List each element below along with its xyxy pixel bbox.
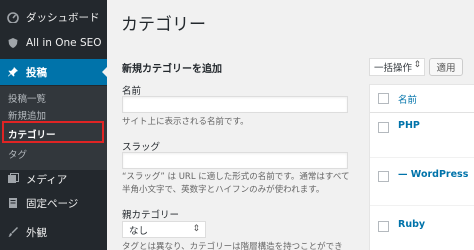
pushpin-icon: [6, 65, 20, 79]
updown-chevron-icon: ⇕: [192, 224, 200, 234]
name-input[interactable]: [122, 96, 348, 113]
table-row-link[interactable]: Ruby: [398, 219, 425, 230]
select-all-checkbox[interactable]: [378, 93, 389, 104]
menu-item-pages[interactable]: 固定ページ: [0, 190, 107, 216]
submenu-item-all-posts[interactable]: 投稿一覧: [8, 91, 46, 105]
media-icon: [6, 172, 20, 186]
row-divider: [370, 205, 474, 206]
slug-help-line-1: “スラッグ” は URL に適した形式の名前です。通常はすべて: [122, 172, 350, 182]
brush-icon: [6, 225, 20, 239]
table-row-link[interactable]: — WordPress: [398, 169, 468, 180]
row-divider: [370, 157, 474, 158]
page-icon: [6, 196, 20, 210]
submenu-item-add-new[interactable]: 新規追加: [8, 108, 46, 122]
menu-item-media[interactable]: メディア: [0, 166, 107, 192]
menu-label: メディア: [26, 173, 68, 186]
row-checkbox[interactable]: [378, 171, 389, 182]
row-checkbox[interactable]: [378, 221, 389, 232]
row-checkbox[interactable]: [378, 122, 389, 133]
shield-icon: [6, 36, 20, 50]
bulk-action-label: 一括操作: [374, 63, 413, 74]
parent-select-value: なし: [129, 225, 149, 237]
admin-sidebar: ダッシュボード All in One SEO 投稿 投稿一覧 新規追加 カテゴリ…: [0, 0, 107, 250]
dashboard-icon: [6, 10, 20, 24]
column-header-name[interactable]: 名前: [398, 92, 417, 106]
table-header: 名前: [370, 85, 474, 113]
menu-item-appearance[interactable]: 外観: [0, 219, 107, 245]
slug-input[interactable]: [122, 152, 348, 169]
menu-item-posts[interactable]: 投稿: [0, 59, 107, 85]
main-content: カテゴリー 新規カテゴリーを追加 名前 サイト上に表示される名前です。 スラッグ…: [107, 0, 474, 250]
menu-label: ダッシュボード: [26, 11, 100, 24]
add-category-heading: 新規カテゴリーを追加: [122, 64, 222, 75]
parent-help: タグとは異なり、カテゴリーは階層構造を持つことができ: [122, 242, 343, 250]
menu-label: All in One SEO: [26, 37, 102, 49]
name-help: サイト上に表示される名前です。: [122, 117, 249, 127]
categories-table: 名前 PHP — WordPress Ruby: [369, 84, 474, 250]
menu-label: 固定ページ: [26, 197, 79, 210]
submenu-item-tags[interactable]: タグ: [8, 147, 27, 161]
updown-chevron-icon: ⇕: [413, 60, 421, 70]
menu-item-all-in-one-seo[interactable]: All in One SEO: [0, 30, 107, 56]
parent-label: 親カテゴリー: [122, 210, 180, 221]
name-label: 名前: [122, 86, 142, 97]
menu-label: 外観: [26, 226, 47, 239]
highlight-box: [2, 121, 104, 143]
slug-label: スラッグ: [122, 142, 161, 153]
parent-select[interactable]: なし ⇕: [122, 221, 206, 238]
apply-button[interactable]: 適用: [429, 58, 463, 76]
table-row-link[interactable]: PHP: [398, 120, 420, 131]
menu-item-dashboard[interactable]: ダッシュボード: [0, 4, 107, 30]
slug-help-line-2: 半角小文字で、英数字とハイフンのみが使われます。: [122, 185, 325, 195]
bulk-action-select[interactable]: 一括操作 ⇕: [369, 58, 425, 76]
menu-label: 投稿: [26, 66, 47, 79]
page-title: カテゴリー: [121, 15, 206, 35]
